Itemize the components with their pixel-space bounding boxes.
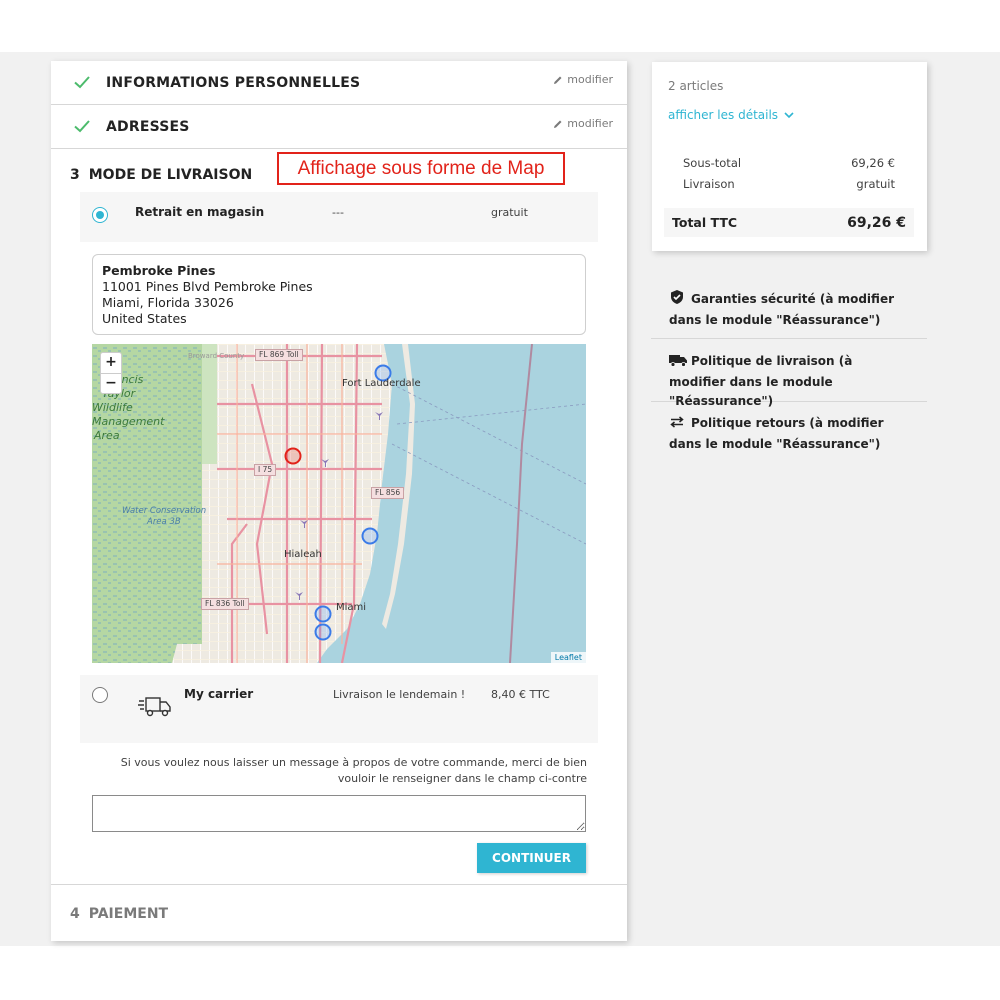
- carrier-option-my-carrier[interactable]: My carrier Livraison le lendemain ! 8,40…: [80, 675, 598, 743]
- carrier-delay: Livraison le lendemain !: [333, 688, 466, 701]
- road-label: I 75: [254, 464, 277, 476]
- reassurance-delivery: Politique de livraison (à modifier dans …: [651, 352, 927, 408]
- carrier-radio[interactable]: [92, 207, 108, 223]
- shield-icon: [669, 289, 691, 311]
- step-title: MODE DE LIVRAISON: [88, 167, 253, 183]
- zoom-out-button[interactable]: −: [101, 373, 121, 393]
- step-title: 4 PAIEMENT: [70, 906, 168, 922]
- shipping-label: Livraison: [683, 177, 735, 191]
- checkout-steps: INFORMATIONS PERSONNELLES modifier ADRES…: [51, 61, 627, 941]
- zoom-control: + −: [100, 352, 122, 394]
- carrier-price: 8,40 € TTC: [491, 688, 550, 701]
- total-value: 69,26 €: [847, 214, 906, 231]
- cart-summary: 2 articles afficher les détails Sous-tot…: [652, 62, 927, 251]
- subtotal-line: Sous-total 69,26 €: [683, 156, 895, 170]
- road-label: FL 856: [371, 487, 405, 499]
- order-message-field[interactable]: [92, 795, 586, 832]
- annotation-callout: Affichage sous forme de Map: [277, 152, 565, 185]
- exchange-arrows-icon: [669, 415, 691, 435]
- reassurance-text: Garanties sécurité (à modifier dans le m…: [669, 292, 894, 327]
- carrier-delay: ---: [332, 206, 344, 219]
- road-label: FL 836 Toll: [201, 598, 249, 610]
- city-label: Hialeah: [284, 549, 322, 560]
- order-message-prompt: Si vous voulez nous laisser un message à…: [120, 756, 587, 785]
- step-addresses[interactable]: ADRESSES modifier: [51, 105, 627, 149]
- city-label: Miami: [336, 602, 367, 613]
- zoom-in-button[interactable]: +: [101, 353, 121, 373]
- reassurance-text: Politique retours (à modifier dans le mo…: [669, 416, 884, 451]
- check-icon: [74, 76, 90, 89]
- truck-icon: [669, 353, 691, 373]
- article-count: 2 articles: [668, 79, 724, 93]
- park-label: Area: [94, 429, 120, 442]
- reassurance-security: Garanties sécurité (à modifier dans le m…: [651, 289, 927, 339]
- step-payment[interactable]: 4 PAIEMENT: [51, 884, 627, 941]
- check-icon: [74, 120, 90, 133]
- park-label: Wildlife: [92, 401, 133, 414]
- park-label: Management: [92, 415, 165, 428]
- carrier-name: My carrier: [184, 687, 254, 701]
- edit-label: modifier: [567, 117, 613, 130]
- truck-icon: [138, 697, 171, 717]
- store-street: 11001 Pines Blvd Pembroke Pines: [102, 279, 313, 294]
- subtotal-value: 69,26 €: [851, 156, 895, 170]
- carrier-price: gratuit: [491, 206, 528, 219]
- park-label: Area 3B: [147, 517, 181, 527]
- reassurance-returns: Politique retours (à modifier dans le mo…: [651, 414, 927, 454]
- continue-button[interactable]: CONTINUER: [477, 843, 586, 873]
- shipping-line: Livraison gratuit: [683, 177, 895, 191]
- reassurance-text: Politique de livraison (à modifier dans …: [669, 354, 853, 408]
- carrier-radio[interactable]: [92, 687, 108, 703]
- carrier-option-store-pickup[interactable]: Retrait en magasin --- gratuit: [80, 192, 598, 242]
- pencil-icon: [554, 76, 562, 84]
- edit-link[interactable]: modifier: [553, 117, 613, 130]
- total-line: Total TTC 69,26 €: [664, 208, 914, 237]
- step-title: INFORMATIONS PERSONNELLES: [106, 74, 361, 91]
- show-details-label: afficher les détails: [668, 108, 779, 122]
- road-label: FL 869 Toll: [255, 349, 303, 361]
- step-number: 3: [70, 167, 80, 183]
- shipping-value: gratuit: [856, 177, 895, 191]
- store-address-card: Pembroke Pines 11001 Pines Blvd Pembroke…: [92, 254, 586, 335]
- map-attribution[interactable]: Leaflet: [550, 652, 586, 663]
- city-label: Fort Lauderdale: [342, 378, 421, 389]
- carrier-name: Retrait en magasin: [135, 205, 265, 219]
- store-country: United States: [102, 311, 187, 326]
- step-number: 4: [70, 906, 80, 922]
- store-city: Miami, Florida 33026: [102, 295, 234, 310]
- step-label: PAIEMENT: [88, 906, 169, 922]
- show-details-link[interactable]: afficher les détails: [668, 108, 794, 122]
- pencil-icon: [554, 120, 562, 128]
- total-label: Total TTC: [672, 215, 738, 230]
- edit-label: modifier: [567, 73, 613, 86]
- chevron-down-icon: [784, 111, 794, 118]
- store-name: Pembroke Pines: [102, 263, 216, 278]
- store-map[interactable]: FL 869 Toll I 75 FL 856 FL 836 Toll Fort…: [92, 344, 586, 663]
- step-title: ADRESSES: [106, 118, 190, 135]
- edit-link[interactable]: modifier: [553, 73, 613, 86]
- subtotal-label: Sous-total: [683, 156, 742, 170]
- step-shipping-title: 3 MODE DE LIVRAISON: [70, 167, 252, 183]
- county-label: Broward County: [188, 352, 245, 360]
- step-personal-info[interactable]: INFORMATIONS PERSONNELLES modifier: [51, 61, 627, 105]
